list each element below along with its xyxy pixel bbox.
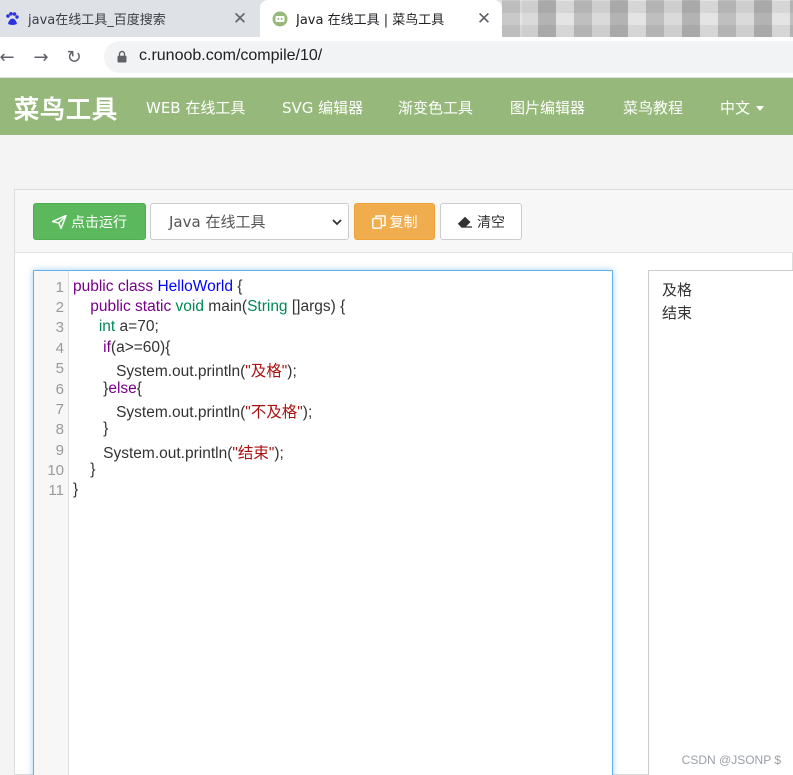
browser-tab-baidu[interactable]: java在线工具_百度搜索 ✕ xyxy=(0,0,258,37)
tab-title: Java 在线工具 | 菜鸟工具 xyxy=(296,13,445,28)
output-line: 及格 xyxy=(662,281,693,299)
nav-tutorial[interactable]: 菜鸟教程 xyxy=(623,97,683,118)
line-number-gutter: 1 2 3 4 5 6 7 8 9 10 11 xyxy=(34,271,69,775)
line-number: 7 xyxy=(55,401,64,418)
line-number: 1 xyxy=(55,279,64,296)
compiler-panel: 点击运行 Java 在线工具 复制 清空 1 2 3 4 5 6 7 8 9 1… xyxy=(14,189,793,775)
line-number: 11 xyxy=(48,482,64,499)
code-line: } xyxy=(73,420,109,437)
close-icon[interactable]: ✕ xyxy=(474,9,494,29)
code-line: }else{ xyxy=(73,380,142,397)
toolbar: 点击运行 Java 在线工具 复制 清空 xyxy=(15,190,793,253)
run-label: 点击运行 xyxy=(71,214,127,231)
clear-button[interactable]: 清空 xyxy=(440,203,522,240)
chevron-down-icon xyxy=(332,219,342,226)
code-editor[interactable]: 1 2 3 4 5 6 7 8 9 10 11 public class Hel… xyxy=(33,270,613,775)
url-text: c.runoob.com/compile/10/ xyxy=(139,47,323,64)
nav-svg-editor[interactable]: SVG 编辑器 xyxy=(282,97,363,118)
line-number: 8 xyxy=(55,421,64,438)
url-field[interactable]: c.runoob.com/compile/10/ xyxy=(104,41,793,73)
line-number: 10 xyxy=(47,462,64,479)
code-line: public class HelloWorld { xyxy=(73,278,243,295)
nav-language-dropdown[interactable]: 中文 xyxy=(720,97,765,118)
nav-web-tools[interactable]: WEB 在线工具 xyxy=(146,97,245,118)
code-line: System.out.println("结束"); xyxy=(73,445,284,462)
line-number: 3 xyxy=(55,319,64,336)
address-bar: ← → ↻ c.runoob.com/compile/10/ xyxy=(0,37,793,78)
output-line: 结束 xyxy=(662,304,693,322)
baidu-paw-icon xyxy=(6,11,19,25)
line-number: 5 xyxy=(55,360,64,377)
lock-icon xyxy=(117,50,127,63)
code-line: System.out.println("不及格"); xyxy=(73,404,313,421)
code-line: System.out.println("及格"); xyxy=(73,363,297,380)
back-arrow-icon[interactable]: ← xyxy=(0,47,18,69)
eraser-icon xyxy=(457,216,472,228)
code-line: } xyxy=(73,461,96,478)
line-number: 9 xyxy=(55,442,64,459)
line-number: 4 xyxy=(55,340,64,357)
close-icon[interactable]: ✕ xyxy=(230,9,250,29)
copy-icon xyxy=(371,214,386,229)
output-panel: 及格 结束 xyxy=(648,270,793,775)
tab-title: java在线工具_百度搜索 xyxy=(28,13,166,28)
clear-label: 清空 xyxy=(477,214,505,231)
nav-gradient-tool[interactable]: 渐变色工具 xyxy=(398,97,473,118)
caret-down-icon xyxy=(756,106,765,111)
forward-arrow-icon[interactable]: → xyxy=(30,47,52,69)
line-number: 2 xyxy=(55,299,64,316)
code-line: public static void main(String []args) { xyxy=(90,298,346,315)
runoob-bird-icon xyxy=(272,11,288,26)
run-button[interactable]: 点击运行 xyxy=(33,203,146,240)
browser-tab-strip: java在线工具_百度搜索 ✕ Java 在线工具 | 菜鸟工具 ✕ xyxy=(0,0,793,37)
code-line: int a=70; xyxy=(98,318,159,335)
language-selected: Java 在线工具 xyxy=(169,213,266,231)
code-line: if(a>=60){ xyxy=(103,339,171,356)
line-number: 6 xyxy=(55,381,64,398)
language-select[interactable]: Java 在线工具 xyxy=(150,203,349,240)
nav-language-label: 中文 xyxy=(720,99,751,117)
nav-image-editor[interactable]: 图片编辑器 xyxy=(510,97,585,118)
site-brand[interactable]: 菜鸟工具 xyxy=(14,90,118,126)
send-icon xyxy=(52,214,67,229)
watermark: CSDN @JSONP $ xyxy=(681,753,781,767)
code-line: } xyxy=(73,481,79,498)
copy-label: 复制 xyxy=(389,214,418,231)
copy-button[interactable]: 复制 xyxy=(354,203,435,240)
site-navbar: 菜鸟工具 WEB 在线工具 SVG 编辑器 渐变色工具 图片编辑器 菜鸟教程 中… xyxy=(0,78,793,135)
reload-icon[interactable]: ↻ xyxy=(63,47,85,69)
blurred-region xyxy=(502,0,793,37)
browser-tab-runoob[interactable]: Java 在线工具 | 菜鸟工具 ✕ xyxy=(260,0,502,37)
